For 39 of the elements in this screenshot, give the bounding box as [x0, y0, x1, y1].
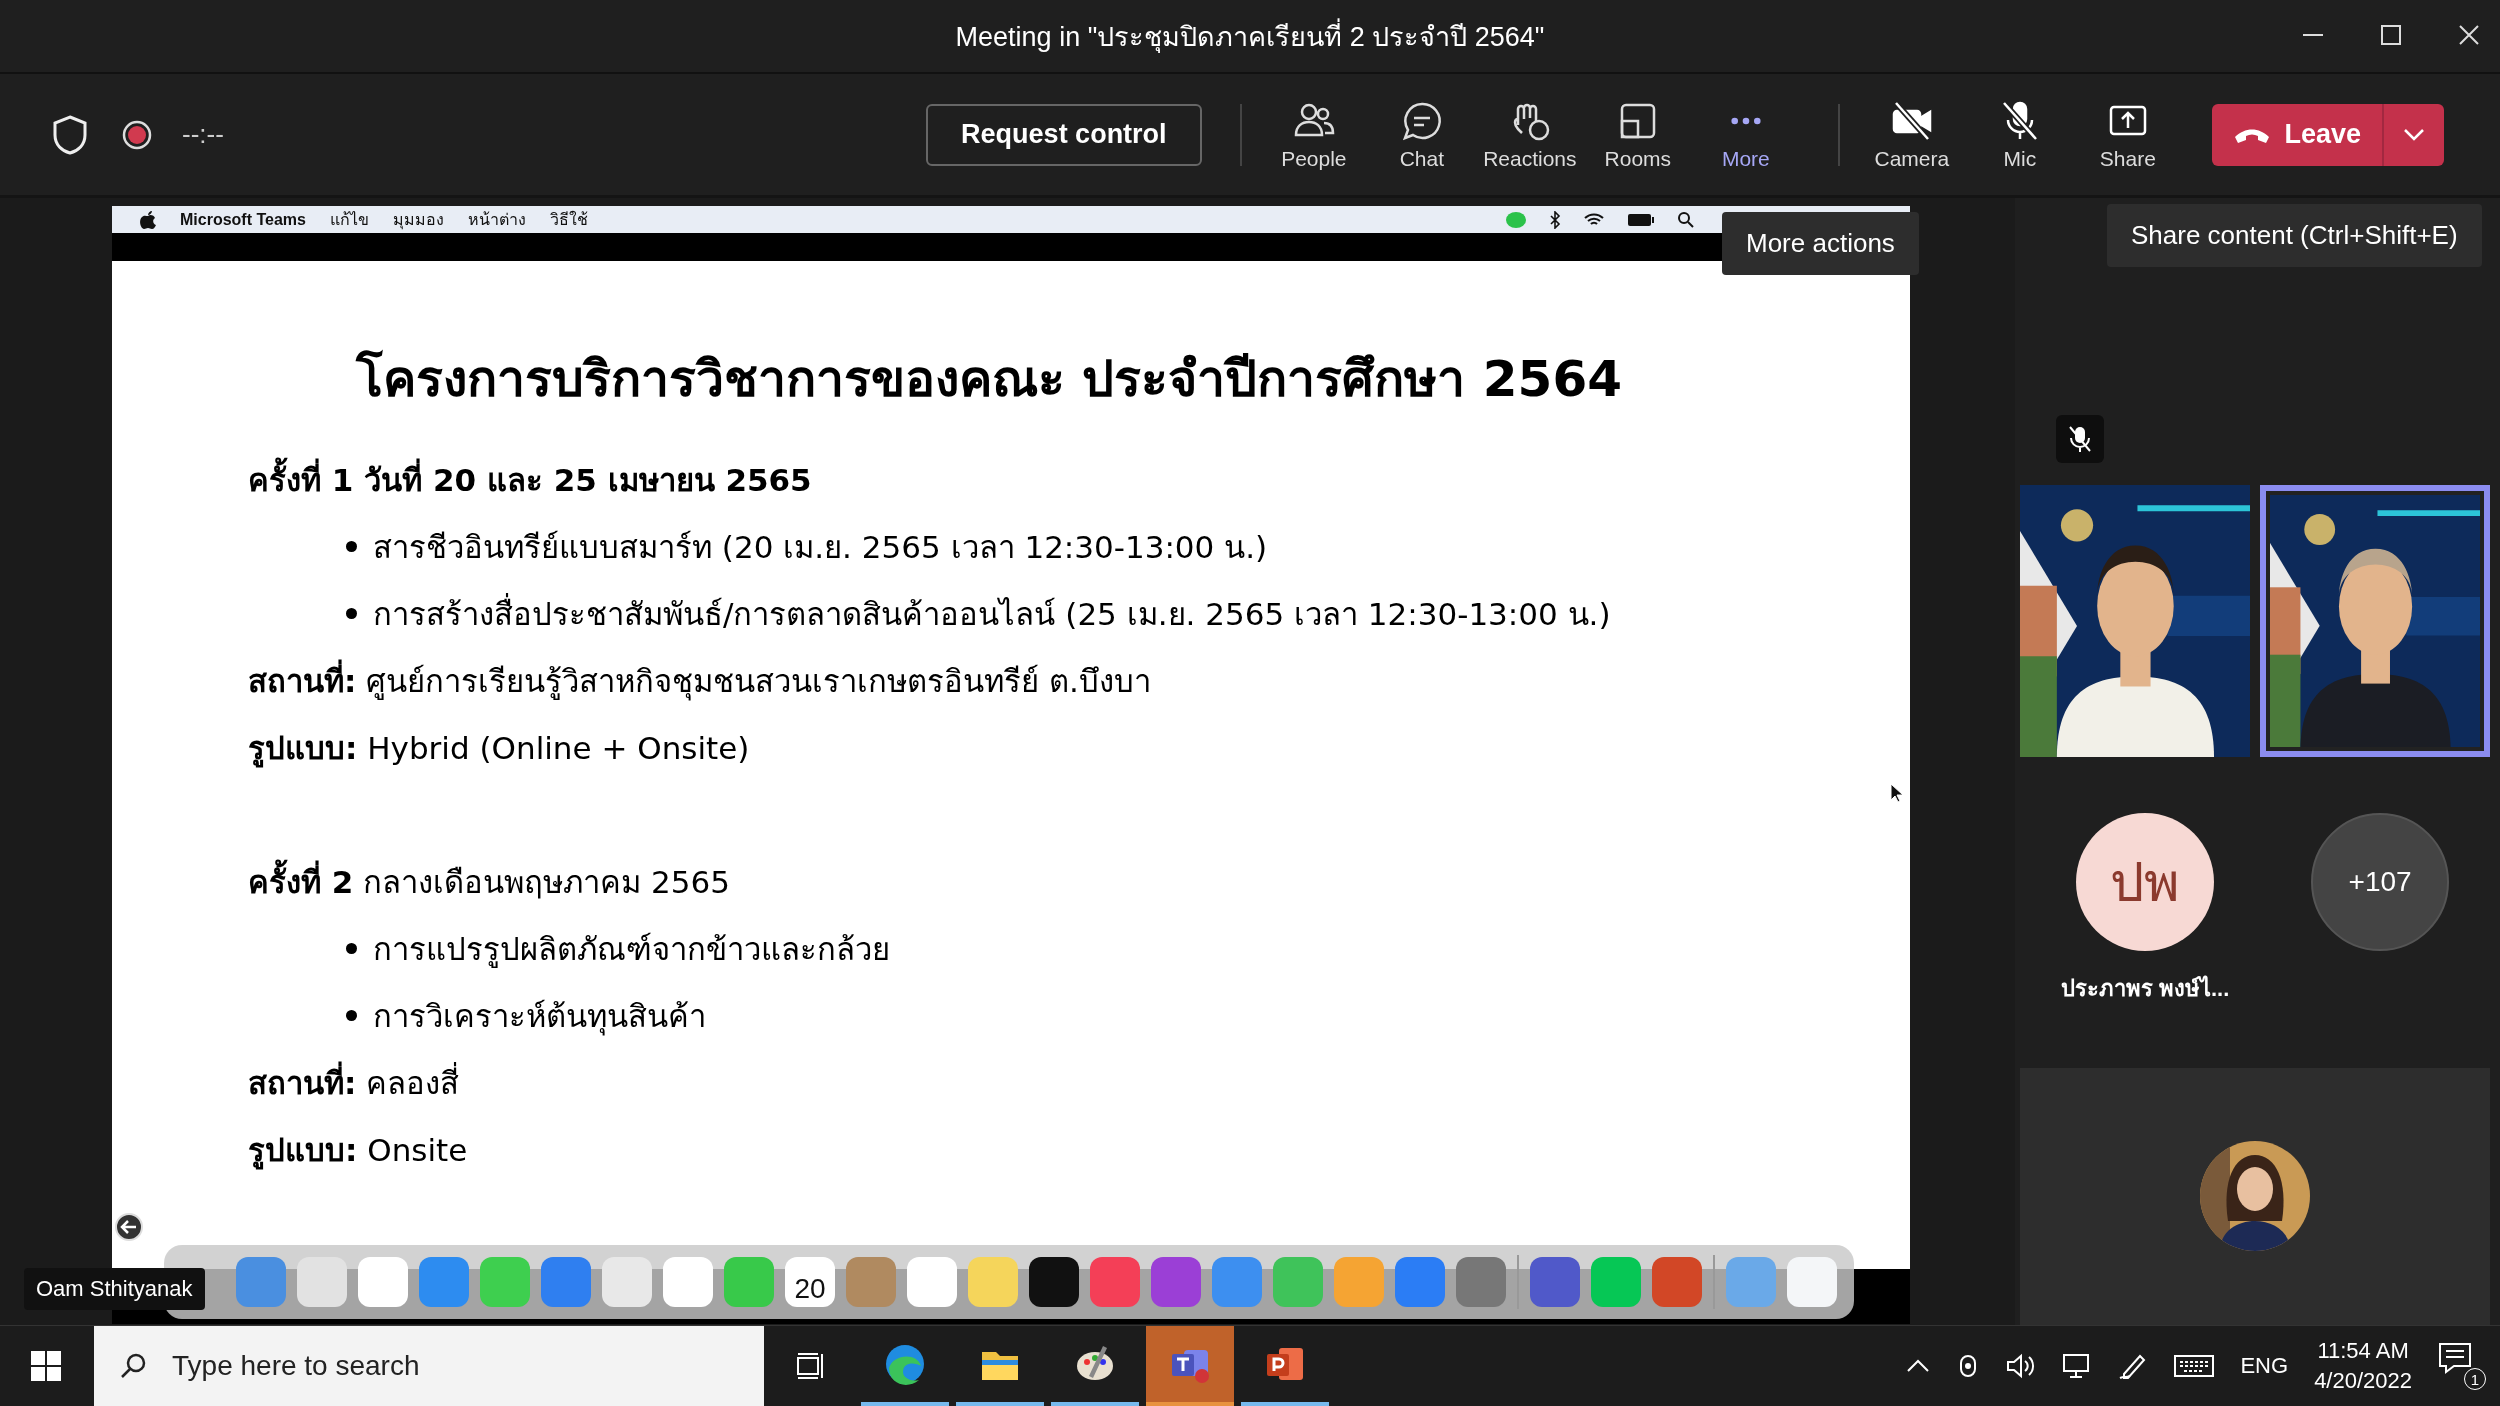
people-button[interactable]: People — [1259, 98, 1368, 171]
share-button[interactable]: Share — [2073, 98, 2182, 171]
tooltip: More actions — [1722, 212, 1919, 275]
more-button[interactable]: More — [1691, 98, 1800, 171]
more-participants-button[interactable]: +107 — [2311, 812, 2450, 951]
slide-text: การสร้างสื่อประชาสัมพันธ์/การตลาดสินค้าออนไลน์ (25 เม.ย. 2565 เวลา 12:30-13:00 น.) — [373, 592, 1611, 634]
search-field[interactable]: Type here to search — [94, 1326, 764, 1406]
camera-button[interactable]: Camera — [1857, 98, 1966, 171]
window-title: Meeting in "ประชุมปิดภาคเรียนที่ 2 ประจำปี 2564" — [955, 14, 1545, 58]
menu-item[interactable]: มุมมอง — [392, 207, 444, 232]
meeting-timer: --:-- — [182, 119, 224, 150]
reactions-button[interactable]: Reactions — [1475, 98, 1584, 171]
rooms-button[interactable]: Rooms — [1583, 98, 1692, 171]
participant-name: ประภาพร พงษ์ไ... — [2060, 974, 2230, 1003]
slide-text: การแปรรูปผลิตภัณฑ์จากข้าวและกล้วย — [373, 929, 890, 970]
language-indicator[interactable]: ENG — [2240, 1353, 2289, 1379]
chat-button[interactable]: Chat — [1367, 98, 1476, 171]
avatar: ปพ — [2076, 812, 2215, 951]
calendar-icon[interactable]: 20 — [785, 1257, 835, 1307]
notification-button[interactable]: 1 — [2438, 1342, 2486, 1390]
tooltip: Share content (Ctrl+Shift+E) — [2107, 204, 2482, 267]
slide-text: การวิเคราะห์ต้นทุนสินค้า — [373, 996, 706, 1038]
menu-item[interactable]: Microsoft Teams — [180, 210, 306, 229]
mic-button[interactable]: Mic — [1965, 98, 2074, 171]
presenter-name: Oam Sthityanak — [24, 1268, 205, 1310]
menu-item[interactable]: วิธีใช้ — [549, 207, 588, 232]
slide-text: สารชีวอินทรีย์แบบสมาร์ท (20 เม.ย. 2565 เวลา 12:30-13:00 น.) — [373, 527, 1268, 567]
slide-text: รูปแบบ: Hybrid (Online + Onsite) — [248, 728, 750, 770]
leave-button[interactable]: Leave — [2211, 103, 2382, 166]
slide-heading: ครั้งที่ 1 วันที่ 20 และ 25 เมษายน 2565 — [248, 454, 812, 505]
slide-text: รูปแบบ: Onsite — [248, 1130, 468, 1172]
menu-item[interactable]: หน้าต่าง — [467, 207, 526, 232]
slide-text: สถานที่: คลองสี่ — [248, 1057, 460, 1108]
slide-text: สถานที่: ศูนย์การเรียนรู้วิสาหกิจชุมชนสวนเราเกษตรอินทรีย์ ต.บึงบา — [248, 655, 1151, 706]
clock[interactable]: 11:54 AM 4/20/2022 — [2314, 1338, 2412, 1394]
request-control-button[interactable]: Request control — [925, 103, 1202, 166]
menu-item[interactable]: แก้ไข — [329, 207, 369, 232]
slide-heading: ครั้งที่ 2 กลางเดือนพฤษภาคม 2565 — [248, 856, 730, 907]
slide-title: โครงการบริการวิชาการของคณะ ประจำปีการศึกษา 2564 — [354, 349, 1623, 410]
